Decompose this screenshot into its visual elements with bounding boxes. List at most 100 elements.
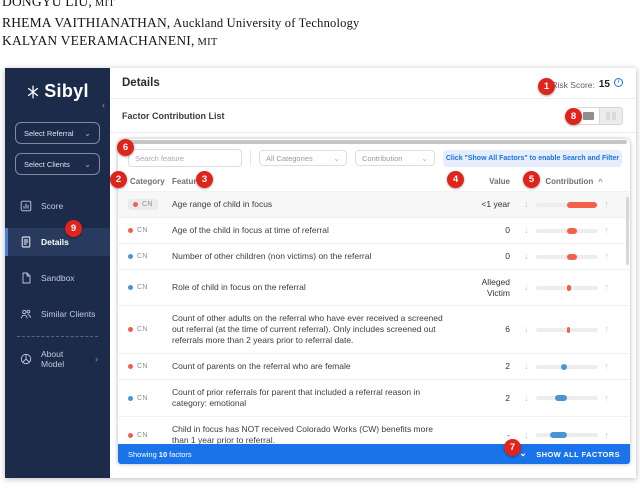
downvote-arrow-icon[interactable]: ↓ — [524, 431, 529, 440]
category-dot-icon — [128, 396, 133, 401]
downvote-arrow-icon[interactable]: ↓ — [524, 226, 529, 235]
contribution-bar-track — [536, 286, 598, 290]
show-all-factors-button[interactable]: ⌄ SHOW ALL FACTORS — [519, 450, 620, 459]
category-badge: CN — [128, 227, 148, 234]
contribution-cell: ↓↑ — [518, 252, 630, 261]
sidebar-item-details[interactable]: Details — [5, 228, 110, 256]
sidebar-item-similar-clients[interactable]: Similar Clients — [5, 300, 110, 328]
sidebar-item-sandbox[interactable]: Sandbox — [5, 264, 110, 292]
people-icon — [20, 308, 32, 320]
page-title: Details — [122, 77, 160, 89]
contribution-bar-track — [536, 229, 598, 233]
sidebar-item-about-model[interactable]: About Model › — [5, 345, 110, 373]
sort-filter-select[interactable]: Contribution ⌄ — [355, 150, 435, 166]
risk-score-label: Risk Score: — [551, 80, 594, 90]
app-logo: Sibyl — [44, 81, 89, 102]
upvote-arrow-icon[interactable]: ↑ — [605, 283, 610, 292]
factor-row[interactable]: CN Age of the child in focus at time of r… — [118, 217, 630, 243]
contribution-bar-track — [536, 328, 598, 332]
contribution-bar — [555, 395, 567, 401]
contribution-bar — [567, 254, 577, 260]
sidebar-item-label: Sandbox — [41, 273, 75, 283]
feature-name: Age of the child in focus at time of ref… — [172, 225, 462, 236]
category-dot-icon — [128, 327, 133, 332]
upvote-arrow-icon[interactable]: ↑ — [605, 226, 610, 235]
info-icon[interactable]: i — [614, 78, 623, 87]
chevron-down-icon: ⌄ — [333, 154, 340, 163]
vertical-scrollbar[interactable] — [626, 197, 629, 265]
upvote-arrow-icon[interactable]: ↑ — [605, 252, 610, 261]
annotation-6: 6 — [117, 139, 134, 156]
category-cell: CN — [118, 253, 172, 260]
factor-row[interactable]: CNCount of prior referrals for parent th… — [118, 379, 630, 416]
factor-value: 0 — [462, 225, 518, 236]
upvote-arrow-icon[interactable]: ↑ — [605, 200, 610, 209]
logo-row: Sibyl — [5, 68, 110, 102]
category-badge: CN — [128, 432, 148, 439]
category-filter-select[interactable]: All Categories ⌄ — [259, 150, 347, 166]
upvote-arrow-icon[interactable]: ↑ — [605, 325, 610, 334]
sidebar-item-label: About Model — [41, 349, 86, 369]
feature-name: Child in focus has NOT received Colorado… — [172, 424, 462, 444]
category-dot-icon — [128, 228, 133, 233]
search-input[interactable] — [128, 149, 242, 167]
chevron-right-icon: › — [95, 354, 98, 364]
author-name: RHEMA VAITHIANATHAN, — [2, 15, 171, 30]
column-header-value[interactable]: Value — [462, 177, 518, 186]
score-icon — [20, 200, 32, 212]
chevron-down-icon: ⌄ — [84, 160, 91, 169]
author-name: KALYAN VEERAMACHANENI, — [2, 33, 195, 48]
annotation-8: 8 — [565, 108, 582, 125]
sidebar-select-select-clients[interactable]: Select Clients⌄ — [15, 153, 100, 175]
contribution-cell: ↓↑ — [518, 325, 630, 334]
chevron-down-icon: ⌄ — [84, 129, 91, 138]
factor-row[interactable]: CNCount of other adults on the referral … — [118, 305, 630, 353]
sibyl-logo-icon — [26, 85, 40, 99]
factor-row[interactable]: CNNumber of other children (non victims)… — [118, 243, 630, 269]
upvote-arrow-icon[interactable]: ↑ — [605, 362, 610, 371]
author-affiliation: MIT — [92, 0, 115, 9]
contribution-bar-track — [536, 365, 598, 369]
downvote-arrow-icon[interactable]: ↓ — [524, 362, 529, 371]
contribution-bar — [567, 327, 570, 333]
table-footer: Showing10factors ⌄ SHOW ALL FACTORS — [118, 444, 630, 464]
sidebar-item-score[interactable]: Score — [5, 192, 110, 220]
risk-score-value: 15 — [599, 79, 610, 90]
document-icon — [20, 236, 32, 248]
upvote-arrow-icon[interactable]: ↑ — [605, 394, 610, 403]
showing-count: Showing10factors — [128, 450, 194, 459]
author-affiliation: MIT — [195, 37, 218, 48]
sidebar-collapse-icon[interactable]: ‹ — [102, 101, 105, 110]
contribution-bar-track — [536, 396, 598, 400]
factor-row[interactable]: CNAge range of child in focus<1 year↓↑ — [118, 191, 630, 217]
sidebar-nav: Score Details Sandbox Similar Clients About … — [5, 192, 110, 381]
upvote-arrow-icon[interactable]: ↑ — [605, 431, 610, 440]
risk-score: Risk Score: 15 i — [551, 77, 623, 90]
section-title: Factor Contribution List — [122, 111, 225, 121]
downvote-arrow-icon[interactable]: ↓ — [524, 325, 529, 334]
sidebar-divider — [17, 336, 98, 337]
category-dot-icon — [128, 433, 133, 438]
main-panel: Details Risk Score: 15 i Factor Contribu… — [110, 68, 636, 478]
feature-name: Number of other children (non victims) o… — [172, 251, 462, 262]
sidebar-select-select-referral[interactable]: Select Referral⌄ — [15, 122, 100, 144]
downvote-arrow-icon[interactable]: ↓ — [524, 252, 529, 261]
contribution-cell: ↓↑ — [518, 200, 630, 209]
column-header-feature[interactable]: Feature — [172, 177, 462, 186]
enable-filter-banner[interactable]: Click "Show All Factors" to enable Searc… — [443, 150, 622, 167]
downvote-arrow-icon[interactable]: ↓ — [524, 283, 529, 292]
factor-row[interactable]: CNCount of parents on the referral who a… — [118, 353, 630, 379]
factor-value: Alleged Victim — [462, 277, 518, 298]
category-badge: CN — [128, 284, 148, 291]
split-view-button[interactable] — [600, 108, 622, 124]
view-toggle — [576, 107, 623, 125]
factor-row[interactable]: CNRole of child in focus on the referral… — [118, 269, 630, 305]
factor-row[interactable]: CN Child in focus has NOT received Colora… — [118, 416, 630, 444]
downvote-arrow-icon[interactable]: ↓ — [524, 394, 529, 403]
category-cell: CN — [118, 363, 172, 370]
annotation-1: 1 — [538, 78, 555, 95]
horizontal-scrollbar[interactable] — [121, 140, 627, 144]
factor-value: 6 — [462, 324, 518, 335]
contribution-cell: ↓↑ — [518, 431, 630, 440]
downvote-arrow-icon[interactable]: ↓ — [524, 200, 529, 209]
